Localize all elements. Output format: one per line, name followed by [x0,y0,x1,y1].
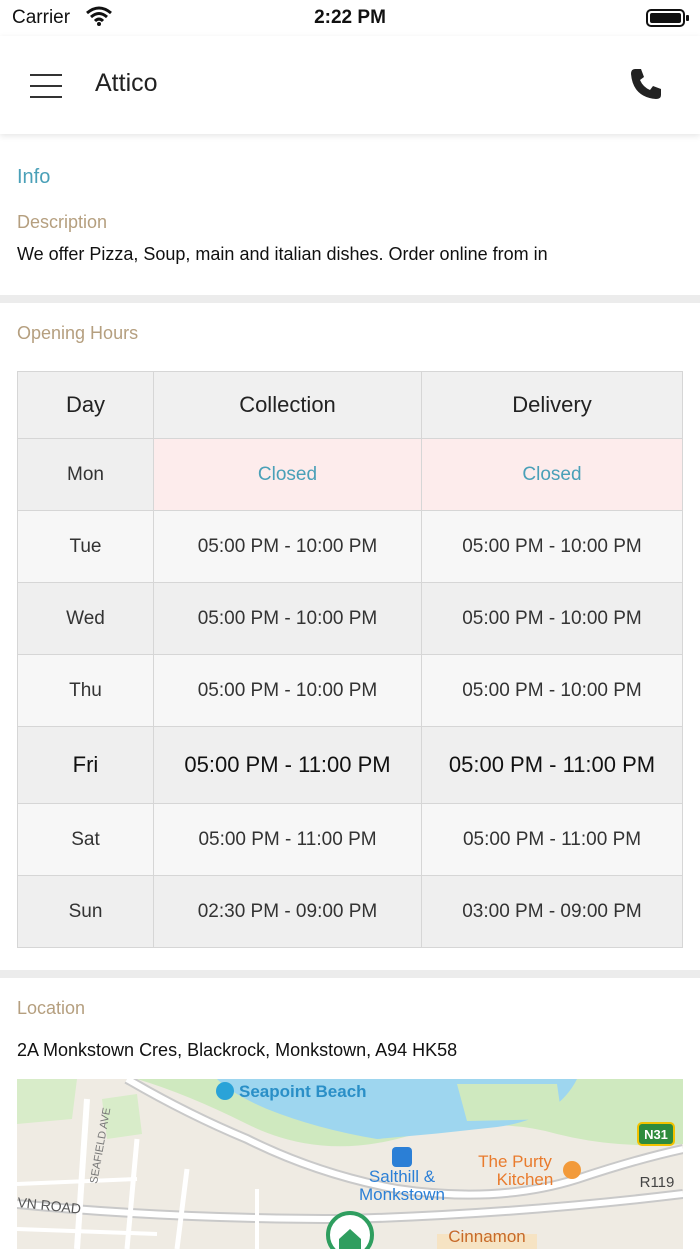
road-r119-label: R119 [640,1174,675,1191]
delivery-hours-cell: 05:00 PM - 10:00 PM [421,654,683,727]
section-divider [0,295,700,303]
day-cell: Sun [17,875,154,948]
map-label-beach: Seapoint Beach [239,1082,367,1101]
table-row: Tue 05:00 PM - 10:00 PM 05:00 PM - 10:00… [17,510,683,583]
collection-hours-cell: 05:00 PM - 10:00 PM [153,654,422,727]
day-cell: Fri [17,726,154,804]
delivery-hours-cell: 03:00 PM - 09:00 PM [421,875,683,948]
address-text: 2A Monkstown Cres, Blackrock, Monkstown,… [17,1040,458,1060]
map-label-restaurant-2: Kitchen [497,1170,554,1189]
collection-hours-cell: 02:30 PM - 09:00 PM [153,875,422,948]
map-label-cinnamon: Cinnamon [448,1227,526,1246]
info-section-title: Info [17,166,51,188]
day-cell: Wed [17,582,154,655]
delivery-hours-cell: Closed [421,438,683,511]
table-row: Sun 02:30 PM - 09:00 PM 03:00 PM - 09:00… [17,875,683,948]
day-cell: Thu [17,654,154,727]
collection-hours-cell: 05:00 PM - 11:00 PM [153,726,422,804]
menu-icon[interactable] [26,66,70,106]
opening-hours-table: Day Collection Delivery Mon Closed Close… [17,371,683,948]
status-bar: Carrier 2:22 PM [0,0,700,36]
day-cell: Sat [17,803,154,876]
battery-icon [646,9,689,27]
column-header-day: Day [17,371,154,439]
table-header-row: Day Collection Delivery [17,371,683,439]
day-cell: Tue [17,510,154,583]
table-row: Mon Closed Closed [17,438,683,511]
app-bar: Attico [0,36,700,134]
delivery-hours-cell: 05:00 PM - 10:00 PM [421,582,683,655]
map-label-station-2: Monkstown [359,1185,445,1204]
delivery-hours-cell: 05:00 PM - 11:00 PM [421,803,683,876]
map-label-restaurant: The Purty [478,1152,552,1171]
section-divider [0,970,700,978]
collection-hours-cell: 05:00 PM - 10:00 PM [153,510,422,583]
location-map[interactable]: N31 R119 Seapoint Beach Salthill & Monks… [17,1079,683,1249]
clock: 2:22 PM [314,7,386,28]
description-text: We offer Pizza, Soup, main and italian d… [17,244,548,264]
collection-hours-cell: 05:00 PM - 11:00 PM [153,803,422,876]
description-label: Description [17,212,108,232]
road-n31-label: N31 [644,1127,668,1142]
collection-hours-cell: Closed [153,438,422,511]
table-row: Thu 05:00 PM - 10:00 PM 05:00 PM - 10:00… [17,654,683,727]
delivery-hours-cell: 05:00 PM - 10:00 PM [421,510,683,583]
collection-hours-cell: 05:00 PM - 10:00 PM [153,582,422,655]
table-row: Sat 05:00 PM - 11:00 PM 05:00 PM - 11:00… [17,803,683,876]
table-row: Wed 05:00 PM - 10:00 PM 05:00 PM - 10:00… [17,582,683,655]
phone-icon[interactable] [628,66,664,102]
table-row-today: Fri 05:00 PM - 11:00 PM 05:00 PM - 11:00… [17,726,683,804]
day-cell: Mon [17,438,154,511]
column-header-delivery: Delivery [421,371,683,439]
opening-hours-label: Opening Hours [17,323,139,343]
column-header-collection: Collection [153,371,422,439]
delivery-hours-cell: 05:00 PM - 11:00 PM [421,726,683,804]
page-title: Attico [95,69,158,97]
map-label-station: Salthill & [369,1167,436,1186]
location-label: Location [17,998,86,1018]
map-canvas: N31 R119 Seapoint Beach Salthill & Monks… [17,1079,683,1249]
